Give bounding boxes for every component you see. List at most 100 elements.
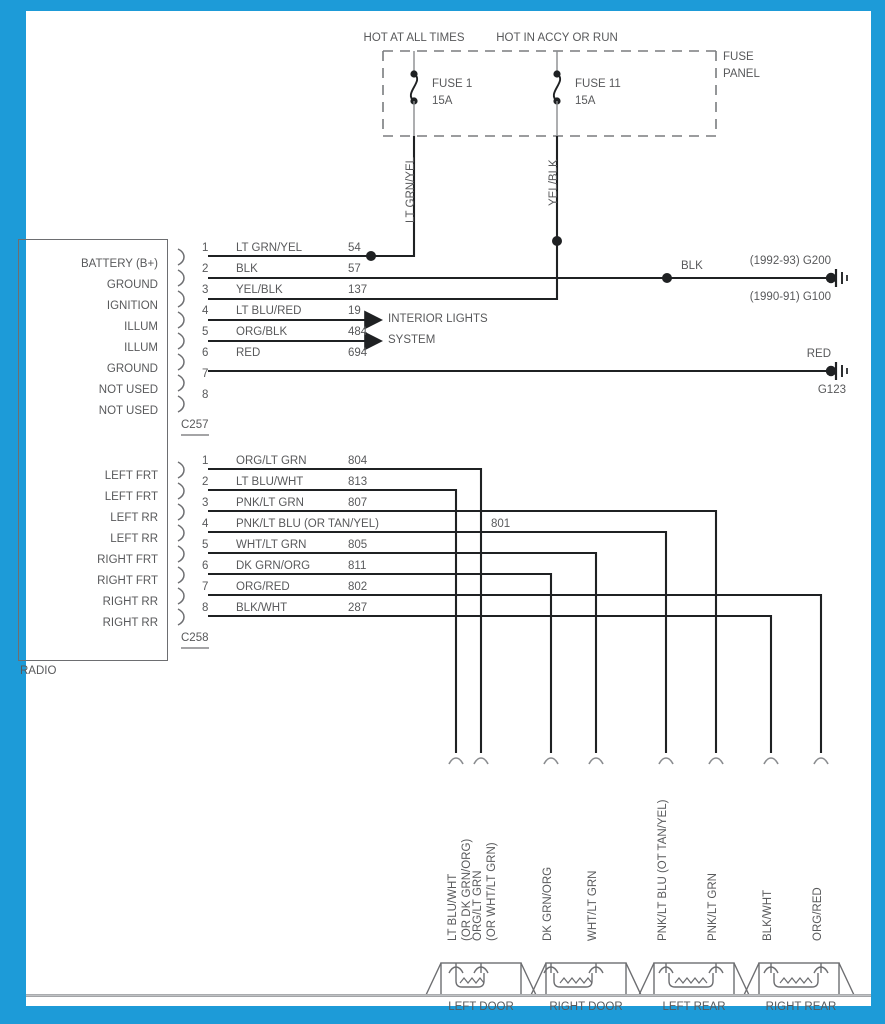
c257-pin-no-2: 2 [202,263,209,275]
fuse-panel-outline [382,50,717,137]
ground-wire-label-blk: BLK [681,260,703,272]
c257-wire-5: ORG/BLK [236,326,288,338]
c257-wire-6: RED [236,347,261,359]
speaker-wire-label-org-red: ORG/RED [812,887,824,941]
radio-pin-function-ground-2: GROUND [106,363,158,375]
speaker-terminal-chevrons [448,757,829,765]
speaker-wire-routing [208,467,823,753]
c258-pin-no-2: 2 [202,476,209,488]
radio-pin-function-right-frt-2: RIGHT FRT [97,575,158,587]
radio-pin-function-right-frt-1: RIGHT FRT [97,554,158,566]
c258-pin-no-5: 5 [202,539,209,551]
ground-name-g123: G123 [817,384,846,396]
c258-pin-no-6: 6 [202,560,209,572]
diagram-canvas: HOT AT ALL TIMES HOT IN ACCY OR RUN FUSE… [18,11,871,1013]
fuse-1-name: FUSE 1 [432,78,473,90]
radio-pin-function-left-frt-1: LEFT FRT [104,470,158,482]
c258-wire-1: ORG/LT GRN [236,455,307,467]
wire-label-lt-grn-yel: LT GRN/YEL [405,156,417,223]
c258-pin-no-1: 1 [202,455,209,467]
c257-pin-no-5: 5 [202,326,209,338]
wire-red-ground [208,362,848,380]
c257-pin-no-1: 1 [202,242,209,254]
speaker-name-left-rear: LEFT REAR [662,1001,726,1013]
fuse-header-1: HOT AT ALL TIMES [363,32,465,44]
wire-blk-ground [208,269,848,287]
radio-pin-function-ignition: IGNITION [106,300,158,312]
c258-wire-5: WHT/LT GRN [236,539,307,551]
radio-pin-function-left-frt-2: LEFT FRT [104,491,158,503]
ground-wire-label-red: RED [806,348,831,360]
c257-circuit-2: 57 [348,263,361,275]
radio-pin-function-battery: BATTERY (B+) [80,258,158,270]
radio-pin-function-left-rr-1: LEFT RR [110,512,158,524]
speaker-wire-label-org-lt-grn: ORG/LT GRN [472,870,484,942]
speaker-right-rear-symbol [742,962,856,996]
c258-circuit-8: 287 [348,602,368,614]
ground-name-g100: (1990-91) G100 [749,291,831,303]
speaker-wire-label-dk-grn-org: DK GRN/ORG [542,866,554,941]
speaker-wire-label-blk-wht: BLK/WHT [762,889,774,941]
c258-circuit-1: 804 [348,455,368,467]
speaker-wire-label-pnk-lt-blu: PNK/LT BLU (OT TAN/YEL) [657,799,669,941]
c257-circuit-3: 137 [348,284,368,296]
c258-wire-2: LT BLU/WHT [236,476,304,488]
c257-circuit-1: 54 [348,242,361,254]
c258-wire-3: PNK/LT GRN [236,497,304,509]
wire-label-yel-blk: YEL/BLK [548,159,560,206]
c258-circuit-4: 801 [491,518,511,530]
fuse-panel-label-1: FUSE [723,51,754,63]
c258-circuit-7: 802 [348,581,368,593]
radio-pin-function-notused-2: NOT USED [98,405,158,417]
c258-pin-no-3: 3 [202,497,209,509]
c257-wire-3: YEL/BLK [236,284,283,296]
wire-yel-blk [208,136,562,301]
speaker-wire-label-lt-blu-wht: LT BLU/WHT [447,873,459,941]
speaker-wire-label-org-lt-grn-alt: (OR WHT/LT GRN) [486,842,498,941]
radio-label: RADIO [20,665,57,677]
c258-circuit-6: 811 [348,560,367,572]
c257-wire-1: LT GRN/YEL [236,242,303,254]
c258-circuit-5: 805 [348,539,368,551]
speaker-wire-label-wht-lt-grn: WHT/LT GRN [587,870,599,942]
interior-lights-label-1: INTERIOR LIGHTS [388,313,488,325]
speaker-left-rear-symbol [637,962,751,996]
c257-pin-no-7: 7 [202,368,209,380]
c257-pin-no-4: 4 [202,305,209,317]
fuse-1-rating: 15A [432,95,453,107]
c257-circuit-5: 484 [348,326,368,338]
connector-c258-pins [177,461,185,626]
fuse-11-symbol [552,51,562,136]
bottom-divider-rule [26,994,871,997]
fuse-panel-label-2: PANEL [723,68,760,80]
c258-pin-no-7: 7 [202,581,209,593]
speaker-name-left-door: LEFT DOOR [448,1001,514,1013]
diagram-frame: HOT AT ALL TIMES HOT IN ACCY OR RUN FUSE… [18,11,871,1013]
c257-wire-4: LT BLU/RED [236,305,302,317]
speaker-right-door-symbol [529,962,643,996]
interior-lights-label-2: SYSTEM [388,334,436,346]
c258-pin-no-8: 8 [202,602,209,614]
c257-circuit-6: 694 [348,347,368,359]
c257-pin-no-6: 6 [202,347,209,359]
radio-pin-function-right-rr-2: RIGHT RR [102,617,158,629]
connector-id-c258: C258 [181,632,209,644]
ground-name-g200: (1992-93) G200 [749,255,831,267]
fuse-1-symbol [409,51,419,136]
speaker-left-door-symbol [424,962,538,996]
radio-pin-function-notused-1: NOT USED [98,384,158,396]
fuse-11-rating: 15A [575,95,596,107]
radio-pin-function-left-rr-2: LEFT RR [110,533,158,545]
c258-wire-7: ORG/RED [236,581,290,593]
radio-pin-function-illum-2: ILLUM [124,342,158,354]
speaker-name-right-rear: RIGHT REAR [765,1001,837,1013]
c257-circuit-4: 19 [348,305,361,317]
c257-pin-no-8: 8 [202,389,209,401]
c258-circuit-3: 807 [348,497,368,509]
fuse-header-2: HOT IN ACCY OR RUN [496,32,618,44]
radio-pin-function-right-rr-1: RIGHT RR [102,596,158,608]
c258-wire-4: PNK/LT BLU (OR TAN/YEL) [236,518,379,530]
radio-pin-function-ground-1: GROUND [106,279,158,291]
speaker-name-right-door: RIGHT DOOR [549,1001,623,1013]
connector-id-c257: C257 [181,419,209,431]
